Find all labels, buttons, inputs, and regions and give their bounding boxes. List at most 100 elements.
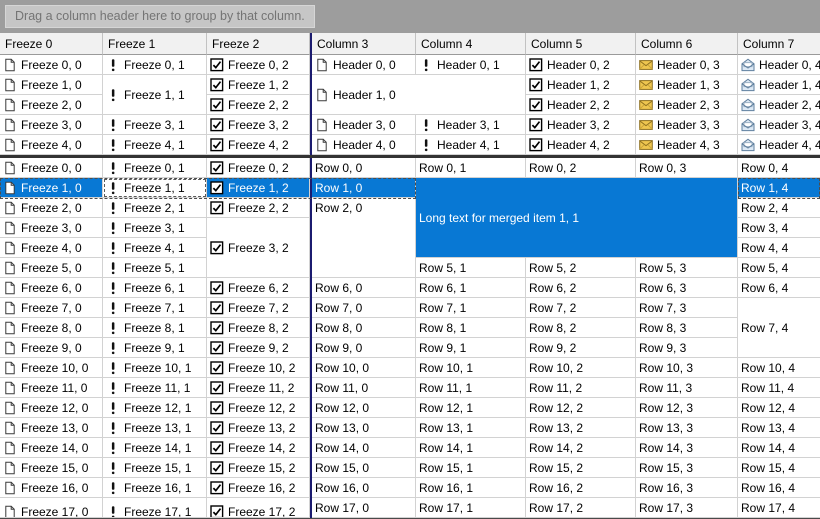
fixed-row-cell[interactable]: Header 4, 3 [636,135,738,155]
fixed-row-cell[interactable]: Freeze 3, 0 [0,115,103,135]
column-header-column-7[interactable]: Column 7 [738,33,820,55]
grid-cell[interactable]: Row 11, 4 [738,378,820,398]
grid-cell[interactable]: Row 10, 0 [312,358,416,378]
grid-cell[interactable]: Row 2, 4 [738,198,820,218]
grid-cell[interactable]: Freeze 0, 2 [207,158,310,178]
fixed-row-cell[interactable]: Freeze 4, 2 [207,135,310,155]
grid-cell[interactable]: Row 0, 2 [526,158,636,178]
grid-cell[interactable]: Row 14, 2 [526,438,636,458]
grid-cell[interactable]: Row 12, 2 [526,398,636,418]
fixed-row-cell[interactable]: Header 3, 1 [416,115,526,135]
fixed-row-cell[interactable]: Header 3, 4 [738,115,820,135]
fixed-row-cell[interactable]: Freeze 4, 0 [0,135,103,155]
grid-cell[interactable]: Row 10, 3 [636,358,738,378]
grid-cell[interactable]: Freeze 3, 1 [103,218,207,238]
grid-cell[interactable]: Row 11, 3 [636,378,738,398]
fixed-row-cell[interactable]: Header 1, 0 [312,75,526,115]
grid-cell[interactable]: Freeze 13, 2 [207,418,310,438]
grid-cell[interactable]: Freeze 7, 1 [103,298,207,318]
grid-cell[interactable]: Freeze 6, 1 [103,278,207,298]
grid-cell[interactable]: Freeze 2, 1 [103,198,207,218]
fixed-row-cell[interactable]: Header 0, 0 [312,55,416,75]
fixed-row-cell[interactable]: Freeze 1, 0 [0,75,103,95]
grid-cell[interactable]: Row 11, 1 [416,378,526,398]
grid-cell[interactable]: Freeze 17, 1 [103,498,207,518]
grid-cell[interactable]: Long text for merged item 1, 1 [416,178,738,258]
grid-cell[interactable]: Freeze 9, 1 [103,338,207,358]
fixed-row-cell[interactable]: Header 4, 4 [738,135,820,155]
grid-cell[interactable]: Row 13, 2 [526,418,636,438]
grid-cell[interactable]: Row 4, 4 [738,238,820,258]
grid-cell[interactable]: Freeze 10, 2 [207,358,310,378]
fixed-row-cell[interactable]: Header 0, 4 [738,55,820,75]
grid-cell[interactable]: Row 17, 4 [738,498,820,518]
fixed-row-cell[interactable]: Header 1, 2 [526,75,636,95]
grid-cell[interactable]: Freeze 16, 1 [103,478,207,498]
grid-cell[interactable]: Row 15, 1 [416,458,526,478]
grid-cell[interactable]: Row 17, 2 [526,498,636,518]
grid-cell[interactable]: Freeze 8, 2 [207,318,310,338]
grid-cell[interactable]: Row 3, 4 [738,218,820,238]
grid-cell[interactable]: Freeze 1, 1 [103,178,207,198]
fixed-row-cell[interactable]: Header 2, 3 [636,95,738,115]
grid-cell[interactable]: Freeze 9, 2 [207,338,310,358]
grid-cell[interactable]: Freeze 0, 0 [0,158,103,178]
grid-cell[interactable]: Row 15, 0 [312,458,416,478]
grid-cell[interactable]: Row 5, 3 [636,258,738,278]
grid-cell[interactable]: Row 14, 0 [312,438,416,458]
grid-cell[interactable]: Freeze 8, 1 [103,318,207,338]
column-header-freeze-1[interactable]: Freeze 1 [103,33,207,55]
grid-cell[interactable]: Row 12, 4 [738,398,820,418]
grid-cell[interactable]: Freeze 5, 1 [103,258,207,278]
grid-cell[interactable]: Row 17, 3 [636,498,738,518]
grid-cell[interactable]: Row 10, 1 [416,358,526,378]
column-header-column-6[interactable]: Column 6 [636,33,738,55]
grid-cell[interactable]: Freeze 12, 0 [0,398,103,418]
grid-cell[interactable]: Freeze 10, 0 [0,358,103,378]
fixed-row-cell[interactable]: Freeze 3, 1 [103,115,207,135]
grid-cell[interactable]: Freeze 16, 0 [0,478,103,498]
grid-cell[interactable]: Row 9, 2 [526,338,636,358]
grid-cell[interactable]: Row 0, 0 [312,158,416,178]
grid-cell[interactable]: Freeze 11, 0 [0,378,103,398]
grid-cell[interactable]: Row 13, 3 [636,418,738,438]
grid-cell[interactable]: Row 7, 1 [416,298,526,318]
grid-cell[interactable]: Row 9, 1 [416,338,526,358]
grid-cell[interactable]: Row 7, 2 [526,298,636,318]
grid-cell[interactable]: Row 15, 3 [636,458,738,478]
fixed-row-cell[interactable]: Header 0, 3 [636,55,738,75]
grid-cell[interactable]: Row 0, 1 [416,158,526,178]
fixed-row-cell[interactable]: Freeze 4, 1 [103,135,207,155]
column-header-column-5[interactable]: Column 5 [526,33,636,55]
fixed-row-cell[interactable]: Freeze 2, 2 [207,95,310,115]
grid-cell[interactable]: Row 1, 4 [738,178,820,198]
grid-cell[interactable]: Row 6, 2 [526,278,636,298]
grid-cell[interactable]: Freeze 7, 0 [0,298,103,318]
column-header-freeze-2[interactable]: Freeze 2 [207,33,310,55]
grid-cell[interactable]: Freeze 6, 2 [207,278,310,298]
grid-cell[interactable]: Freeze 1, 0 [0,178,103,198]
fixed-row-cell[interactable]: Freeze 1, 1 [103,75,207,115]
grid-cell[interactable]: Row 5, 1 [416,258,526,278]
grid-cell[interactable]: Row 8, 2 [526,318,636,338]
grid-cell[interactable]: Row 12, 1 [416,398,526,418]
grid-cell[interactable]: Freeze 9, 0 [0,338,103,358]
grid-cell[interactable]: Freeze 5, 0 [0,258,103,278]
grid-cell[interactable]: Freeze 16, 2 [207,478,310,498]
grid-cell[interactable]: Freeze 10, 1 [103,358,207,378]
grid-cell[interactable]: Row 17, 1 [416,498,526,518]
grid-cell[interactable]: Freeze 15, 1 [103,458,207,478]
grid-cell[interactable]: Row 7, 3 [636,298,738,318]
grid-cell[interactable]: Freeze 2, 2 [207,198,310,218]
grid-cell[interactable]: Row 16, 2 [526,478,636,498]
grid-cell[interactable]: Row 0, 3 [636,158,738,178]
grid-cell[interactable]: Row 5, 4 [738,258,820,278]
column-header-column-3[interactable]: Column 3 [312,33,416,55]
grid-cell[interactable]: Row 6, 4 [738,278,820,298]
grid-cell[interactable]: Row 13, 1 [416,418,526,438]
column-header-freeze-0[interactable]: Freeze 0 [0,33,103,55]
fixed-row-cell[interactable]: Freeze 0, 0 [0,55,103,75]
grid-cell[interactable]: Row 12, 3 [636,398,738,418]
grid-cell[interactable]: Freeze 15, 0 [0,458,103,478]
grid-cell[interactable]: Freeze 4, 0 [0,238,103,258]
